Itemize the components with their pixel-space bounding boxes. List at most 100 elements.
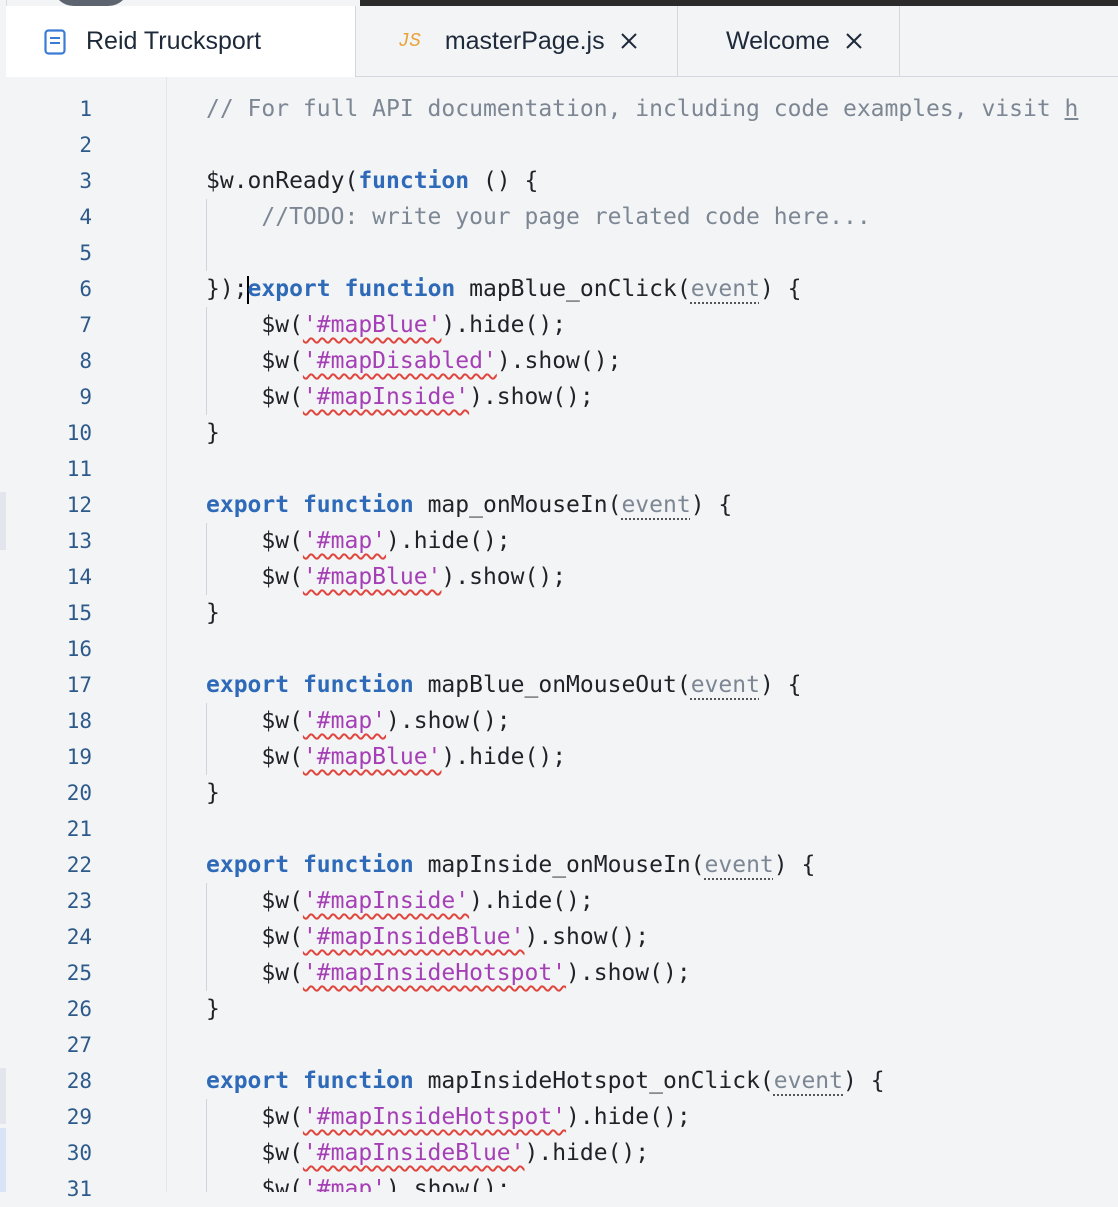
- code-line: }: [206, 595, 220, 631]
- line-number: 20: [66, 781, 92, 805]
- code-token: // For full API documentation, including…: [206, 96, 1065, 122]
- indent-guide: [206, 523, 207, 595]
- tab-reid-trucksport[interactable]: Reid Trucksport: [6, 6, 356, 77]
- code-token: event: [690, 672, 760, 698]
- line-number: 24: [66, 925, 92, 949]
- close-icon[interactable]: [619, 31, 639, 51]
- code-token: mapBlue_onClick(: [455, 276, 691, 302]
- code-token: ) {: [690, 492, 733, 518]
- line-number-gutter: 1 2 3 4 5 6 7 8 9 10 11 12 13 14 15 16 17 18 19 20 21 22 23 24 2…: [6, 77, 166, 1201]
- code-line: $w('#mapInside').hide();: [206, 883, 594, 919]
- code-token: function: [302, 672, 414, 698]
- code-token: ).hide();: [441, 312, 567, 338]
- code-token: $w(: [206, 1140, 303, 1166]
- code-token: '#mapInsideBlue': [302, 924, 525, 950]
- code-line: $w('#mapInsideBlue').show();: [206, 919, 649, 955]
- code-token: '#mapBlue': [302, 564, 442, 590]
- indent-guide: [206, 307, 207, 415]
- code-line: $w('#map').hide();: [206, 523, 510, 559]
- code-line: export function mapBlue_onMouseOut(event…: [206, 667, 801, 703]
- code-line: }: [206, 415, 220, 451]
- code-token: '#mapBlue': [302, 312, 442, 338]
- code-token: }: [206, 780, 220, 806]
- code-editor[interactable]: 1 2 3 4 5 6 7 8 9 10 11 12 13 14 15 16 17 18 19 20 21 22 23 24 2…: [6, 77, 1118, 1201]
- code-token: h: [1064, 96, 1079, 122]
- tab-label: Reid Trucksport: [86, 27, 262, 55]
- line-number: 6: [79, 277, 92, 301]
- code-token: ).show();: [386, 1176, 511, 1192]
- line-number: 14: [66, 565, 92, 589]
- code-line: // For full API documentation, including…: [206, 91, 1078, 127]
- line-number: 13: [66, 529, 92, 553]
- code-token: mapBlue_onMouseOut(: [413, 672, 691, 698]
- gutter-divider: [166, 77, 167, 1192]
- code-token: });: [206, 276, 248, 302]
- line-number: 22: [66, 853, 92, 877]
- code-token: '#mapInsideBlue': [302, 1140, 525, 1166]
- code-line: $w('#map').show();: [206, 703, 511, 739]
- code-token: function: [302, 1068, 414, 1094]
- code-token: export: [206, 1068, 290, 1094]
- close-icon[interactable]: [844, 31, 864, 51]
- code-token: '#map': [302, 528, 387, 554]
- line-number: 16: [66, 637, 92, 661]
- code-token: event: [690, 276, 760, 302]
- code-token: function: [302, 492, 414, 518]
- code-line: $w('#mapInsideBlue').hide();: [206, 1135, 649, 1171]
- code-token: '#map': [302, 708, 387, 734]
- code-line: export function mapInside_onMouseIn(even…: [206, 847, 815, 883]
- line-number: 9: [79, 385, 92, 409]
- code-area[interactable]: // For full API documentation, including…: [206, 77, 1118, 1192]
- code-token: export: [206, 852, 290, 878]
- line-number: 2: [79, 133, 92, 157]
- code-token: $w(: [206, 348, 303, 374]
- code-token: mapInsideHotspot_onClick(: [413, 1068, 774, 1094]
- line-number: 28: [66, 1069, 92, 1093]
- code-token: $w.onReady(: [206, 168, 359, 194]
- line-number: 25: [66, 961, 92, 985]
- line-number: 21: [66, 817, 92, 841]
- tab-masterpage-js[interactable]: JS masterPage.js: [356, 6, 678, 76]
- code-token: '#mapInside': [302, 888, 470, 914]
- code-token: '#mapBlue': [302, 744, 442, 770]
- code-line: }: [206, 991, 220, 1027]
- page-icon: [44, 28, 66, 55]
- tab-label: Welcome: [726, 26, 830, 55]
- code-token: export: [206, 492, 290, 518]
- code-token: ).show();: [386, 708, 511, 734]
- code-token: mapInside_onMouseIn(: [413, 852, 705, 878]
- code-token: //TODO: write your page related code her…: [261, 204, 871, 230]
- code-token: $w(: [206, 924, 303, 950]
- code-token: ).show();: [566, 960, 691, 986]
- code-line: $w('#mapBlue').show();: [206, 559, 566, 595]
- code-token: ).hide();: [566, 1104, 691, 1130]
- line-number: 10: [66, 421, 92, 445]
- indent-guide: [206, 199, 207, 271]
- code-token: '#mapInside': [302, 384, 470, 410]
- code-token: $w(: [206, 1176, 303, 1192]
- line-number: 11: [66, 457, 92, 481]
- code-token: export: [247, 276, 331, 302]
- tab-label: masterPage.js: [444, 26, 605, 55]
- code-token: event: [773, 1068, 844, 1094]
- code-line: $w('#mapBlue').hide();: [206, 739, 566, 775]
- indent-guide: [206, 1099, 207, 1192]
- tab-welcome[interactable]: Welcome: [678, 6, 900, 76]
- code-token: ).show();: [441, 564, 567, 590]
- code-token: $w(: [206, 528, 303, 554]
- line-number: 23: [66, 889, 92, 913]
- line-number: 19: [66, 745, 92, 769]
- code-line: $w.onReady(function () {: [206, 163, 538, 199]
- indent-guide: [206, 883, 207, 991]
- code-line: $w('#mapInside').show();: [206, 379, 593, 415]
- code-token: ).hide();: [469, 888, 594, 914]
- code-token: ) {: [773, 852, 816, 878]
- line-number: 18: [66, 709, 92, 733]
- code-token: ) {: [843, 1068, 885, 1094]
- code-token: $w(: [206, 960, 303, 986]
- code-token: '#mapDisabled': [302, 348, 497, 374]
- code-token: ) {: [759, 276, 802, 302]
